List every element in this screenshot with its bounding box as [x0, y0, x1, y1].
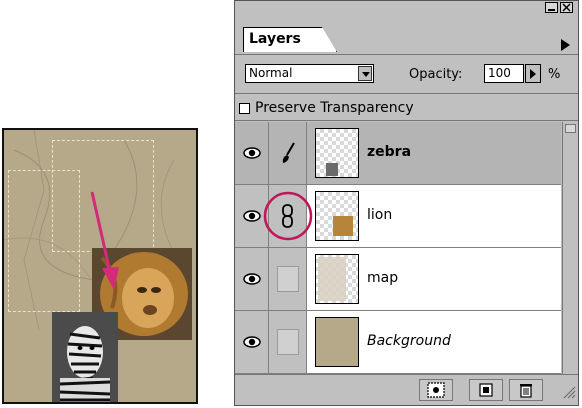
eye-icon	[243, 273, 261, 285]
eye-icon	[243, 336, 261, 348]
layers-panel: Layers Normal Opacity: 100 % Preserve Tr…	[234, 0, 579, 406]
layers-list: zebra lion map Background	[235, 122, 561, 374]
preserve-transparency-checkbox[interactable]	[239, 103, 250, 114]
opacity-label: Opacity:	[409, 67, 463, 82]
preserve-transparency-row: Preserve Transparency	[235, 93, 578, 121]
layer-row-map[interactable]: map	[235, 248, 561, 311]
layer-row-zebra[interactable]: zebra	[235, 122, 561, 185]
delete-layer-button[interactable]	[509, 379, 543, 401]
tab-layers-label[interactable]: Layers	[249, 31, 301, 47]
new-layer-button[interactable]	[469, 379, 503, 401]
visibility-toggle[interactable]	[235, 311, 269, 373]
link-toggle[interactable]	[269, 122, 307, 184]
layer-name-lion[interactable]: lion	[367, 207, 392, 223]
opacity-unit: %	[548, 67, 561, 82]
layer-thumbnail-zebra	[315, 128, 359, 178]
minimize-icon[interactable]	[545, 2, 558, 13]
link-toggle[interactable]	[269, 311, 307, 373]
layer-thumbnail-map	[315, 254, 359, 304]
preserve-transparency-label[interactable]: Preserve Transparency	[255, 100, 414, 116]
layer-row-background[interactable]: Background	[235, 311, 561, 374]
move-arrow-icon	[90, 191, 119, 290]
layer-row-lion[interactable]: lion	[235, 185, 561, 248]
opacity-value: 100	[488, 66, 511, 80]
layer-name-map[interactable]: map	[367, 270, 398, 286]
layers-scrollbar[interactable]	[562, 122, 578, 374]
opacity-input[interactable]: 100	[484, 64, 524, 83]
paintbrush-icon	[282, 142, 295, 163]
new-layer-icon	[479, 383, 493, 397]
lion-thumb-image	[333, 216, 353, 236]
eye-icon	[243, 210, 261, 222]
eye-icon	[243, 147, 261, 159]
blend-mode-select[interactable]: Normal	[245, 64, 374, 83]
layer-name-background[interactable]: Background	[367, 333, 451, 349]
visibility-toggle[interactable]	[235, 248, 269, 310]
layer-thumbnail-lion	[315, 191, 359, 241]
blend-mode-value: Normal	[249, 66, 293, 80]
layer-name-zebra[interactable]: zebra	[367, 144, 411, 160]
opacity-slider-button[interactable]	[525, 64, 541, 83]
document-canvas	[2, 128, 198, 404]
panel-menu-arrow-icon[interactable]	[561, 39, 570, 51]
chevron-down-icon[interactable]	[358, 66, 372, 81]
zebra-thumb-image	[326, 163, 338, 176]
map-thumb-image	[318, 257, 346, 301]
trash-icon	[520, 384, 532, 398]
panel-titlebar[interactable]	[235, 1, 578, 16]
scroll-up-button[interactable]	[565, 124, 576, 133]
visibility-toggle[interactable]	[235, 122, 269, 184]
resize-grip-icon[interactable]	[562, 385, 576, 399]
layer-mask-icon	[427, 382, 445, 398]
panel-tab-row: Layers	[235, 17, 578, 55]
panel-footer	[235, 374, 578, 406]
layer-mask-button[interactable]	[419, 379, 453, 401]
layer-thumbnail-background	[315, 317, 359, 367]
highlight-circle	[263, 191, 313, 241]
link-toggle[interactable]	[269, 248, 307, 310]
close-icon[interactable]	[560, 2, 573, 13]
